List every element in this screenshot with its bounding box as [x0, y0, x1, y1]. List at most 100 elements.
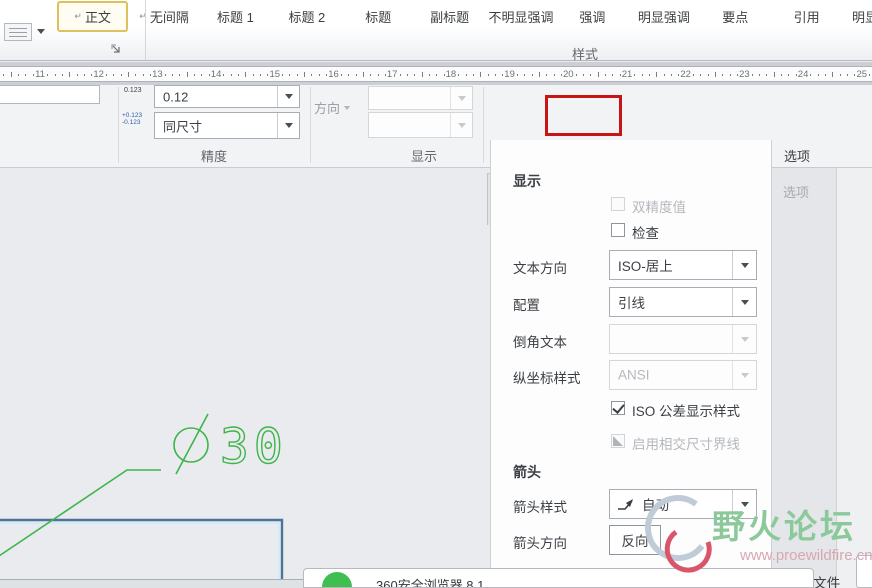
chamfer-text-dropdown [609, 324, 757, 354]
ruler-dot [487, 74, 489, 76]
ruler-number: 19 [504, 69, 515, 80]
style-item-5[interactable]: 副标题 [414, 1, 485, 32]
style-item-7[interactable]: 强调 [557, 1, 628, 32]
ruler-dot [847, 74, 849, 76]
styles-dialog-launcher-icon[interactable] [110, 43, 124, 57]
style-item-9[interactable]: 要点 [700, 1, 771, 32]
dimension-value-text[interactable]: 30 [219, 418, 288, 475]
group-divider [118, 87, 119, 163]
ruler-dot [142, 74, 144, 76]
ruler-dot [406, 74, 408, 76]
drawing-rectangle[interactable] [0, 518, 284, 588]
ruler-dot [113, 74, 115, 76]
ruler-dot [62, 74, 63, 76]
ruler-dot [612, 74, 614, 76]
style-item-6[interactable]: 不明显强调 [485, 1, 556, 32]
dropdown-arrow-icon [732, 325, 756, 353]
ruler-dot [172, 74, 174, 76]
configuration-dropdown[interactable]: 引线 [609, 287, 757, 317]
dropdown-arrow-icon[interactable] [732, 288, 756, 316]
dropdown-arrow-icon [450, 113, 472, 137]
screen: ↵正文↵无间隔标题 1标题 2标题副标题不明显强调强调明显强调要点引用明显引用 … [0, 0, 872, 588]
ruler-dot [201, 74, 203, 76]
ruler-dot [795, 74, 797, 76]
style-item-label: 不明显强调 [488, 10, 554, 25]
ruler-dot [590, 74, 592, 76]
text-orientation-dropdown[interactable]: ISO-居上 [609, 250, 757, 280]
ruler-midtick [656, 72, 658, 77]
style-item-label: 标题 [365, 10, 392, 25]
ruler-dot [311, 74, 313, 76]
ordinate-style-value: ANSI [618, 367, 650, 383]
dimension-leader-line[interactable] [0, 469, 161, 558]
style-item-label: 引用 [793, 10, 820, 25]
style-item-0[interactable]: ↵ 正文 [57, 1, 129, 32]
group-divider [310, 87, 311, 163]
ruler-number: 24 [797, 69, 809, 80]
ruler-dot [296, 74, 298, 76]
watermark-url: www.proewildfire.cn [740, 547, 872, 564]
style-item-10[interactable]: 引用 [771, 1, 842, 32]
dropdown-arrow-icon[interactable] [277, 113, 299, 138]
configuration-value: 引线 [618, 296, 645, 311]
pilcrow-icon: ↵ [74, 11, 82, 21]
ruler-midtick [245, 72, 247, 77]
style-item-11[interactable]: 明显引用 [842, 1, 872, 32]
dropdown-arrow-icon[interactable] [277, 86, 299, 107]
tolerance-dropdown[interactable]: 同尺寸 [154, 112, 300, 139]
style-item-4[interactable]: 标题 [343, 1, 414, 32]
dual-precision-checkbox [611, 197, 625, 211]
ruler-dot [208, 74, 210, 76]
ruler-dot [722, 74, 724, 76]
ruler-number: 16 [328, 69, 339, 80]
ruler-dot [106, 74, 108, 76]
style-item-label: 明显引用 [851, 10, 872, 25]
ruler-dot [54, 74, 56, 76]
browser-popup[interactable]: 360安全浏览器 8.1 [303, 568, 814, 588]
direction-dropdown[interactable]: 方向 [314, 98, 351, 117]
ruler-dot [560, 74, 562, 76]
ruler-dot [428, 74, 430, 76]
style-gallery: ↵正文↵无间隔标题 1标题 2标题副标题不明显强调强调明显强调要点引用明显引用 [57, 1, 872, 32]
style-item-3[interactable]: 标题 2 [271, 1, 342, 32]
ruler-dot [436, 74, 438, 76]
ruler-dot [700, 74, 702, 76]
ruler-dot [370, 74, 372, 76]
text-orientation-label: 文本方向 [513, 261, 567, 276]
ruler-dot [810, 74, 812, 76]
ruler-midtick [597, 72, 599, 77]
ruler-number: 17 [386, 69, 398, 80]
file-menu-item[interactable]: 文件 [813, 576, 840, 588]
style-item-2[interactable]: 标题 1 [200, 1, 271, 32]
direction-label: 方向 [314, 101, 341, 116]
style-item-1[interactable]: ↵ 无间隔 [128, 1, 199, 32]
ruler-number: 14 [210, 69, 222, 80]
dropdown-arrow-icon [732, 361, 756, 389]
partial-input-field [0, 85, 100, 104]
horizontal-ruler[interactable]: 11 12 13 14 15 16 17 18 19 20 21 22 23 24 25 [0, 66, 872, 82]
ruler-dot [781, 74, 783, 76]
gallery-dropdown-arrow-icon[interactable] [37, 29, 45, 34]
ruler-dot [641, 74, 643, 76]
style-item-8[interactable]: 明显强调 [628, 1, 699, 32]
gallery-scroll-icon[interactable] [4, 23, 32, 41]
ruler-dot [340, 74, 342, 76]
ruler-dot [289, 74, 291, 76]
chamfer-text-label: 倒角文本 [513, 335, 567, 350]
style-item-label: 正文 [84, 10, 111, 25]
iso-tolerance-checkbox[interactable] [611, 401, 625, 415]
ruler-dot [663, 74, 665, 76]
ruler-dot [693, 74, 695, 76]
style-item-label: 标题 1 [217, 10, 254, 25]
ruler-dot [729, 74, 731, 76]
ruler-number: 11 [35, 69, 45, 80]
ruler-dot [164, 74, 166, 76]
ruler-midtick [421, 72, 423, 77]
inspect-checkbox[interactable] [611, 223, 625, 237]
ruler-dot [230, 74, 232, 76]
dropdown-arrow-icon[interactable] [732, 251, 756, 279]
ruler-number: 23 [739, 69, 750, 80]
ruler-dot [458, 74, 460, 76]
decimal-places-dropdown[interactable]: 0.12 [154, 85, 300, 108]
iso-tolerance-label: ISO 公差显示样式 [632, 404, 741, 419]
